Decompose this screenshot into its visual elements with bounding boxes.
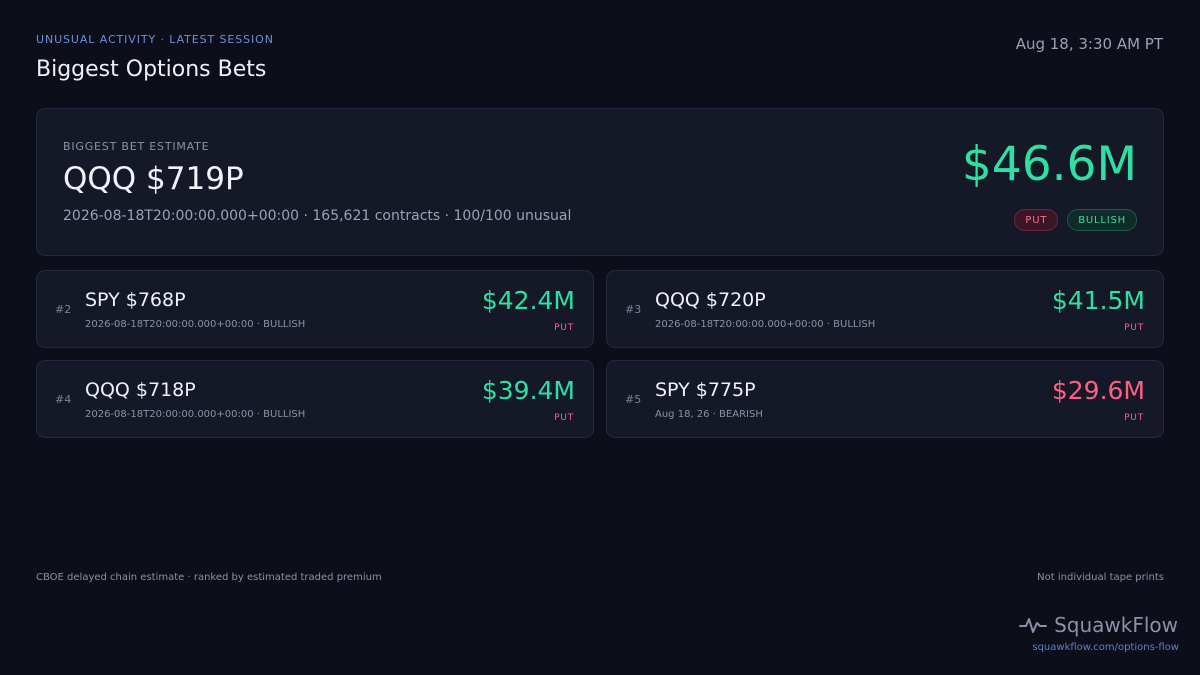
bet-type: PUT [554, 413, 574, 423]
bet-contract: QQQ $718P [85, 379, 196, 401]
bet-type: PUT [1124, 323, 1144, 333]
bet-type: PUT [554, 323, 574, 333]
methodology-note: CBOE delayed chain estimate · ranked by … [36, 572, 382, 583]
bet-rank: #4 [55, 393, 72, 406]
bet-contract: QQQ $720P [655, 289, 766, 311]
bet-meta: 2026-08-18T20:00:00.000+00:00 · BULLISH [85, 409, 306, 420]
hero-label: BIGGEST BET ESTIMATE [63, 140, 210, 153]
bet-premium: $29.6M [1051, 376, 1145, 405]
bullish-badge: BULLISH [1067, 209, 1137, 231]
bet-meta: 2026-08-18T20:00:00.000+00:00 · BULLISH [85, 319, 306, 330]
hero-badges: PUT BULLISH [1014, 209, 1137, 231]
pulse-icon [1019, 618, 1048, 633]
brand-name: SquawkFlow [1054, 613, 1178, 637]
bet-rank: #2 [55, 303, 72, 316]
timestamp: Aug 18, 3:30 AM PT [1015, 35, 1163, 53]
bet-meta: Aug 18, 26 · BEARISH [655, 409, 763, 420]
bet-card[interactable]: #5 SPY $775P Aug 18, 26 · BEARISH $29.6M… [606, 360, 1164, 438]
brand-url[interactable]: squawkflow.com/options-flow [1032, 642, 1179, 653]
hero-meta: 2026-08-18T20:00:00.000+00:00 · 165,621 … [63, 208, 572, 224]
bet-card[interactable]: #3 QQQ $720P 2026-08-18T20:00:00.000+00:… [606, 270, 1164, 348]
disclaimer-note: Not individual tape prints [1037, 572, 1164, 583]
page-title: Biggest Options Bets [36, 57, 267, 82]
bet-card[interactable]: #2 SPY $768P 2026-08-18T20:00:00.000+00:… [36, 270, 594, 348]
bet-card[interactable]: #4 QQQ $718P 2026-08-18T20:00:00.000+00:… [36, 360, 594, 438]
bet-rank: #5 [625, 393, 642, 406]
bet-premium: $41.5M [1051, 286, 1145, 315]
put-badge: PUT [1014, 209, 1059, 231]
hero-premium: $46.6M [961, 137, 1137, 192]
bet-contract: SPY $768P [85, 289, 186, 311]
bet-premium: $39.4M [481, 376, 575, 405]
kicker: UNUSUAL ACTIVITY · LATEST SESSION [36, 33, 274, 46]
bet-contract: SPY $775P [655, 379, 756, 401]
bet-rank: #3 [625, 303, 642, 316]
bet-premium: $42.4M [481, 286, 575, 315]
biggest-bet-card[interactable]: BIGGEST BET ESTIMATE QQQ $719P 2026-08-1… [36, 108, 1164, 256]
bet-type: PUT [1124, 413, 1144, 423]
bet-meta: 2026-08-18T20:00:00.000+00:00 · BULLISH [655, 319, 876, 330]
hero-contract: QQQ $719P [63, 161, 244, 197]
brand-logo[interactable]: SquawkFlow [1019, 613, 1178, 637]
